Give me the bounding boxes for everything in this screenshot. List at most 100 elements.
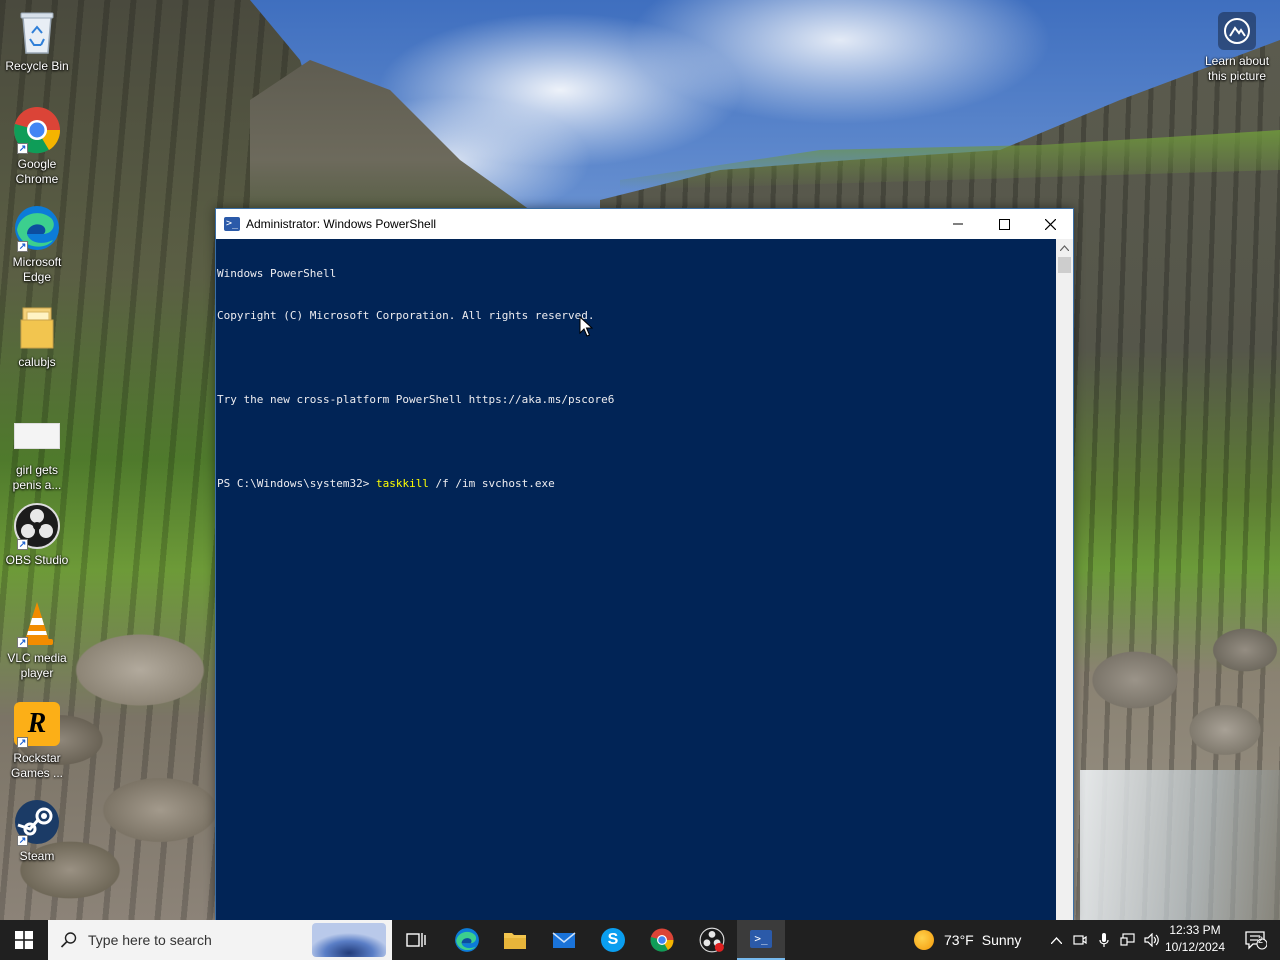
taskbar-powershell-button[interactable]: >_ <box>737 920 785 960</box>
action-center-button[interactable]: 2 <box>1232 920 1280 960</box>
shortcut-arrow-icon: ↗ <box>17 241 28 252</box>
skype-icon: S <box>601 928 625 952</box>
desktop-icon-vlc-media-player[interactable]: ↗ VLC media player <box>2 600 72 681</box>
system-tray <box>1044 920 1164 960</box>
desktop-icon-label: Rockstar Games ... <box>10 751 63 780</box>
notification-count-badge: 2 <box>1258 935 1264 945</box>
tray-network-button[interactable] <box>1116 933 1140 947</box>
obs-icon: ↗ <box>13 502 61 550</box>
window-title: Administrator: Windows PowerShell <box>246 217 437 231</box>
desktop-icon-label: girl gets penis a... <box>12 463 62 492</box>
desktop-icon-label: Google Chrome <box>15 157 59 186</box>
mouse-cursor-icon <box>579 316 593 337</box>
taskbar-obs-button[interactable] <box>688 920 736 960</box>
search-icon <box>60 932 77 948</box>
sun-icon <box>914 930 934 950</box>
show-hidden-icons-button[interactable] <box>1044 936 1068 944</box>
desktop-icon-microsoft-edge[interactable]: ↗ Microsoft Edge <box>2 204 72 285</box>
chevron-up-icon <box>1060 244 1069 251</box>
task-view-icon <box>406 933 426 947</box>
notification-icon <box>1245 931 1267 950</box>
shortcut-arrow-icon: ↗ <box>17 143 28 154</box>
desktop-icon-label: VLC media player <box>7 651 67 680</box>
weather-condition: Sunny <box>981 932 1022 948</box>
taskbar-chrome-button[interactable] <box>638 920 686 960</box>
window-titlebar[interactable]: >_ Administrator: Windows PowerShell <box>216 209 1073 239</box>
desktop-icon-calubjs[interactable]: calubjs <box>2 304 72 370</box>
taskbar: Type here to search S >_ 73°F Sunny 12:3… <box>0 920 1280 960</box>
chrome-icon: ↗ <box>13 106 61 154</box>
shortcut-arrow-icon: ↗ <box>17 637 28 648</box>
console-command-line[interactable]: PS C:\Windows\system32> taskkill /f /im … <box>217 477 1056 491</box>
console-command-name: taskkill <box>375 477 429 490</box>
folder-icon <box>13 304 61 352</box>
clock-date: 10/12/2024 <box>1164 940 1226 954</box>
powershell-window[interactable]: >_ Administrator: Windows PowerShell Win… <box>215 208 1074 920</box>
desktop-icon-label: Recycle Bin <box>5 59 69 73</box>
console-line: Copyright (C) Microsoft Corporation. All… <box>217 309 595 322</box>
scrollbar-thumb[interactable] <box>1058 257 1071 273</box>
search-placeholder: Type here to search <box>88 932 212 948</box>
camera-info-icon <box>1218 12 1256 50</box>
desktop-icon-label: Steam <box>19 849 55 863</box>
tray-meet-button[interactable] <box>1068 933 1092 947</box>
speaker-icon <box>1144 933 1159 947</box>
console-line: Try the new cross-platform PowerShell ht… <box>217 393 615 406</box>
microphone-icon <box>1099 933 1109 947</box>
steam-icon: ↗ <box>13 798 61 846</box>
desktop-icon-label: calubjs <box>18 355 56 369</box>
taskbar-skype-button[interactable]: S <box>589 920 637 960</box>
desktop-icon-steam[interactable]: ↗ Steam <box>2 798 72 864</box>
task-view-button[interactable] <box>392 920 440 960</box>
chrome-icon <box>650 928 674 952</box>
desktop-icon-obs-studio[interactable]: ↗ OBS Studio <box>2 502 72 568</box>
taskbar-mail-button[interactable] <box>540 920 588 960</box>
desktop-icon-rockstar-games[interactable]: R ↗ Rockstar Games ... <box>2 700 72 781</box>
close-icon <box>1044 218 1056 230</box>
clock-time: 12:33 PM <box>1169 923 1221 937</box>
weather-widget[interactable]: 73°F Sunny <box>914 920 1021 960</box>
desktop-icon-google-chrome[interactable]: ↗ Google Chrome <box>2 106 72 187</box>
desktop-icon-label: Microsoft Edge <box>12 255 62 284</box>
console-output[interactable]: Windows PowerShell Copyright (C) Microso… <box>216 239 1056 920</box>
desktop-icon-girl-gets[interactable]: girl gets penis a... <box>2 412 72 493</box>
network-icon <box>1120 933 1135 946</box>
learn-about-picture[interactable]: Learn about this picture <box>1198 12 1276 84</box>
taskbar-file-explorer-button[interactable] <box>491 920 539 960</box>
wallpaper-rocks-right <box>1075 620 1280 780</box>
rockstar-icon: R ↗ <box>13 700 61 748</box>
maximize-icon <box>998 218 1010 230</box>
close-button[interactable] <box>1027 209 1073 239</box>
console-scrollbar[interactable] <box>1056 239 1073 920</box>
start-button[interactable] <box>0 920 48 960</box>
scroll-up-button[interactable] <box>1056 239 1073 256</box>
shortcut-arrow-icon: ↗ <box>17 835 28 846</box>
camera-icon <box>1073 935 1087 945</box>
minimize-icon <box>953 223 963 225</box>
vlc-cone-icon: ↗ <box>13 600 61 648</box>
shortcut-arrow-icon: ↗ <box>17 737 28 748</box>
shortcut-arrow-icon: ↗ <box>17 539 28 550</box>
maximize-button[interactable] <box>981 209 1027 239</box>
learn-about-picture-label: Learn about this picture <box>1204 54 1270 83</box>
edge-icon: ↗ <box>13 204 61 252</box>
windows-logo-icon <box>15 931 33 949</box>
console-command-args: /f /im svchost.exe <box>428 477 555 490</box>
wallpaper-waterfall <box>1080 770 1280 920</box>
edge-icon <box>455 928 479 952</box>
taskbar-search-box[interactable]: Type here to search <box>48 920 392 960</box>
desktop-icon-recycle-bin[interactable]: Recycle Bin <box>2 8 72 74</box>
search-highlight-image <box>312 923 386 957</box>
tray-volume-button[interactable] <box>1140 933 1164 947</box>
taskbar-edge-button[interactable] <box>443 920 491 960</box>
obs-recording-icon <box>699 927 725 953</box>
powershell-icon: >_ <box>750 930 772 948</box>
tray-microphone-button[interactable] <box>1092 932 1116 948</box>
recycle-bin-icon <box>13 8 61 56</box>
minimize-button[interactable] <box>935 209 981 239</box>
console-line: Windows PowerShell <box>217 267 337 280</box>
powershell-icon: >_ <box>224 217 240 231</box>
taskbar-clock[interactable]: 12:33 PM 10/12/2024 <box>1162 922 1228 956</box>
